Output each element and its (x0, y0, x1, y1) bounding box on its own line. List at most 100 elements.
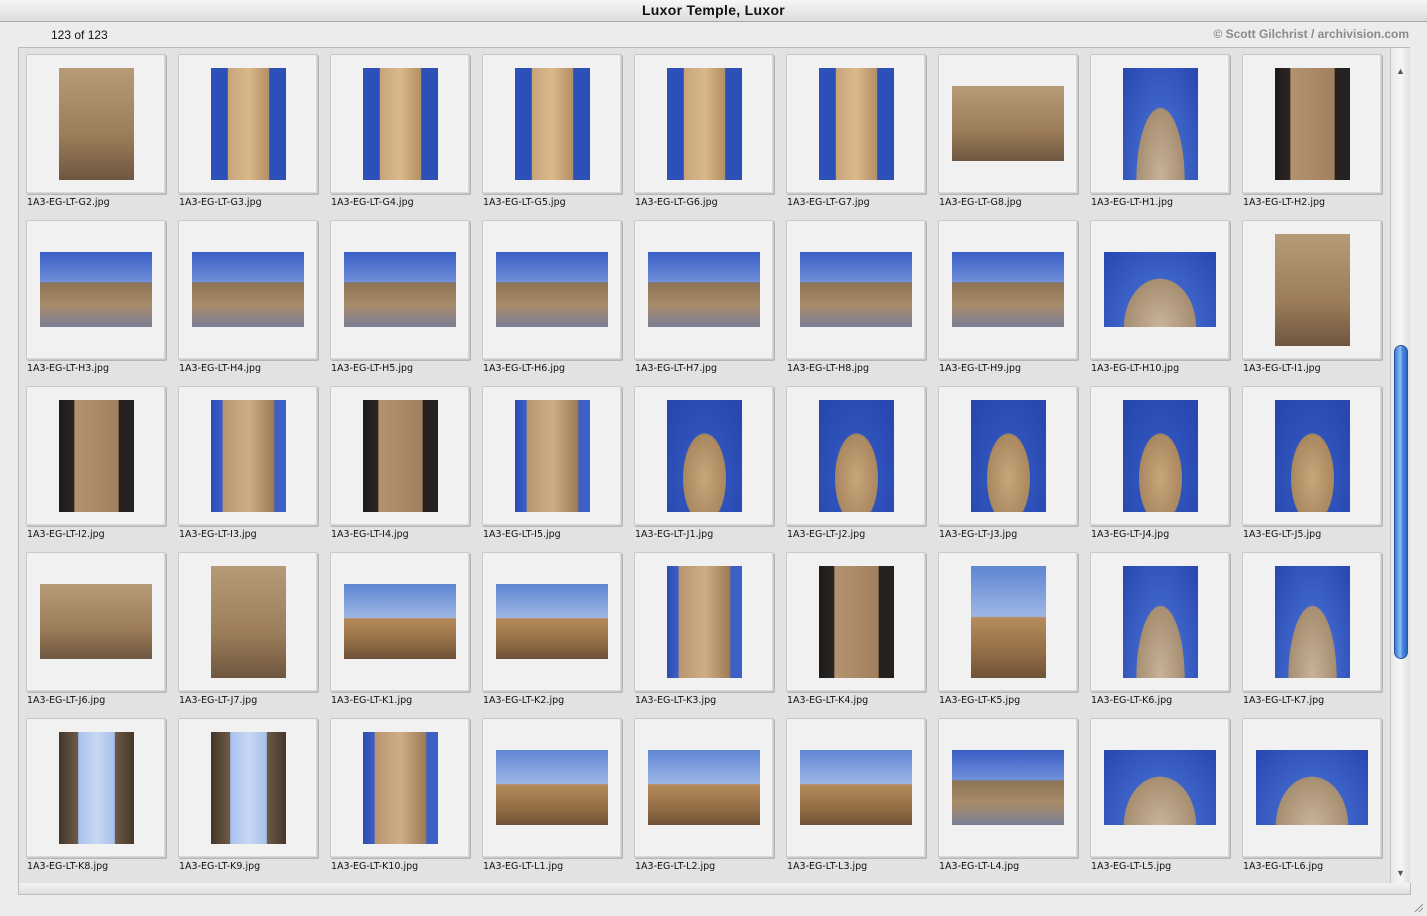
slide-mount[interactable] (26, 54, 166, 194)
slide-mount[interactable] (786, 552, 926, 692)
thumbnail-item[interactable]: 1A3-EG-LT-I5.jpg (476, 380, 628, 546)
slide-mount[interactable] (786, 718, 926, 858)
thumbnail-item[interactable]: 1A3-EG-LT-H7.jpg (628, 214, 780, 380)
slide-mount[interactable] (26, 718, 166, 858)
thumbnail-item[interactable]: 1A3-EG-LT-K3.jpg (628, 546, 780, 712)
slide-mount[interactable] (330, 386, 470, 526)
thumbnail-image[interactable] (363, 400, 438, 512)
slide-mount[interactable] (26, 220, 166, 360)
thumbnail-image[interactable] (1275, 68, 1350, 180)
thumbnail-image[interactable] (1123, 566, 1198, 678)
thumbnail-image[interactable] (1275, 234, 1350, 346)
thumbnail-item[interactable]: 1A3-EG-LT-H5.jpg (324, 214, 476, 380)
thumbnail-item[interactable]: 1A3-EG-LT-H9.jpg (932, 214, 1084, 380)
thumbnail-image[interactable] (59, 400, 134, 512)
thumbnail-image[interactable] (59, 732, 134, 844)
thumbnail-image[interactable] (363, 68, 438, 180)
thumbnail-item[interactable]: 1A3-EG-LT-G6.jpg (628, 48, 780, 214)
thumbnail-image[interactable] (800, 252, 912, 327)
thumbnail-item[interactable]: 1A3-EG-LT-J5.jpg (1236, 380, 1388, 546)
thumbnail-item[interactable]: 1A3-EG-LT-G8.jpg (932, 48, 1084, 214)
scroll-down-arrow-icon[interactable]: ▼ (1391, 865, 1410, 881)
thumbnail-item[interactable]: 1A3-EG-LT-L6.jpg (1236, 712, 1388, 878)
thumbnail-image[interactable] (59, 68, 134, 180)
thumbnail-image[interactable] (192, 252, 304, 327)
thumbnail-item[interactable]: 1A3-EG-LT-K7.jpg (1236, 546, 1388, 712)
slide-mount[interactable] (634, 220, 774, 360)
thumbnail-image[interactable] (211, 400, 286, 512)
thumbnail-item[interactable]: 1A3-EG-LT-K4.jpg (780, 546, 932, 712)
slide-mount[interactable] (330, 552, 470, 692)
thumbnail-image[interactable] (667, 400, 742, 512)
thumbnail-item[interactable]: 1A3-EG-LT-I2.jpg (20, 380, 172, 546)
thumbnail-item[interactable]: 1A3-EG-LT-G7.jpg (780, 48, 932, 214)
slide-mount[interactable] (1090, 718, 1230, 858)
thumbnail-image[interactable] (667, 566, 742, 678)
thumbnail-item[interactable]: 1A3-EG-LT-G2.jpg (20, 48, 172, 214)
slide-mount[interactable] (1242, 386, 1382, 526)
slide-mount[interactable] (786, 220, 926, 360)
slide-mount[interactable] (786, 386, 926, 526)
thumbnail-image[interactable] (952, 252, 1064, 327)
thumbnail-item[interactable]: 1A3-EG-LT-G5.jpg (476, 48, 628, 214)
slide-mount[interactable] (634, 54, 774, 194)
slide-mount[interactable] (634, 718, 774, 858)
thumbnail-item[interactable]: 1A3-EG-LT-J4.jpg (1084, 380, 1236, 546)
slide-mount[interactable] (482, 54, 622, 194)
slide-mount[interactable] (178, 386, 318, 526)
thumbnail-image[interactable] (496, 584, 608, 659)
thumbnail-item[interactable]: 1A3-EG-LT-H10.jpg (1084, 214, 1236, 380)
slide-mount[interactable] (26, 386, 166, 526)
thumbnail-image[interactable] (211, 732, 286, 844)
scroll-thumb[interactable] (1394, 345, 1408, 659)
resize-grip-icon[interactable] (1413, 902, 1423, 912)
slide-mount[interactable] (938, 552, 1078, 692)
slide-mount[interactable] (1090, 220, 1230, 360)
thumbnail-item[interactable]: 1A3-EG-LT-H4.jpg (172, 214, 324, 380)
slide-mount[interactable] (1090, 552, 1230, 692)
slide-mount[interactable] (482, 220, 622, 360)
thumbnail-item[interactable]: 1A3-EG-LT-J2.jpg (780, 380, 932, 546)
slide-mount[interactable] (1090, 386, 1230, 526)
thumbnail-image[interactable] (211, 68, 286, 180)
thumbnail-image[interactable] (40, 584, 152, 659)
slide-mount[interactable] (938, 54, 1078, 194)
thumbnail-image[interactable] (211, 566, 286, 678)
slide-mount[interactable] (330, 718, 470, 858)
thumbnail-item[interactable]: 1A3-EG-LT-K6.jpg (1084, 546, 1236, 712)
thumbnail-image[interactable] (952, 750, 1064, 825)
thumbnail-item[interactable]: 1A3-EG-LT-L3.jpg (780, 712, 932, 878)
slide-mount[interactable] (482, 718, 622, 858)
thumbnail-item[interactable]: 1A3-EG-LT-K5.jpg (932, 546, 1084, 712)
thumbnail-item[interactable]: 1A3-EG-LT-K9.jpg (172, 712, 324, 878)
thumbnail-item[interactable]: 1A3-EG-LT-I3.jpg (172, 380, 324, 546)
slide-mount[interactable] (1242, 552, 1382, 692)
thumbnail-image[interactable] (971, 400, 1046, 512)
slide-mount[interactable] (178, 718, 318, 858)
thumbnail-item[interactable]: 1A3-EG-LT-J3.jpg (932, 380, 1084, 546)
thumbnail-image[interactable] (1275, 566, 1350, 678)
thumbnail-item[interactable]: 1A3-EG-LT-K1.jpg (324, 546, 476, 712)
thumbnail-item[interactable]: 1A3-EG-LT-I1.jpg (1236, 214, 1388, 380)
thumbnail-item[interactable]: 1A3-EG-LT-G4.jpg (324, 48, 476, 214)
thumbnail-image[interactable] (1104, 252, 1216, 327)
slide-mount[interactable] (1242, 54, 1382, 194)
thumbnail-image[interactable] (819, 400, 894, 512)
slide-mount[interactable] (786, 54, 926, 194)
thumbnail-item[interactable]: 1A3-EG-LT-J7.jpg (172, 546, 324, 712)
thumbnail-image[interactable] (344, 584, 456, 659)
thumbnail-image[interactable] (1256, 750, 1368, 825)
vertical-scrollbar[interactable]: ▲ ▼ (1390, 48, 1410, 883)
slide-mount[interactable] (482, 386, 622, 526)
slide-mount[interactable] (482, 552, 622, 692)
slide-mount[interactable] (178, 54, 318, 194)
slide-mount[interactable] (938, 220, 1078, 360)
thumbnail-item[interactable]: 1A3-EG-LT-H1.jpg (1084, 48, 1236, 214)
slide-mount[interactable] (178, 552, 318, 692)
thumbnail-item[interactable]: 1A3-EG-LT-K2.jpg (476, 546, 628, 712)
thumbnail-item[interactable]: 1A3-EG-LT-L4.jpg (932, 712, 1084, 878)
thumbnail-image[interactable] (819, 68, 894, 180)
slide-mount[interactable] (634, 386, 774, 526)
slide-mount[interactable] (330, 220, 470, 360)
thumbnail-image[interactable] (496, 750, 608, 825)
